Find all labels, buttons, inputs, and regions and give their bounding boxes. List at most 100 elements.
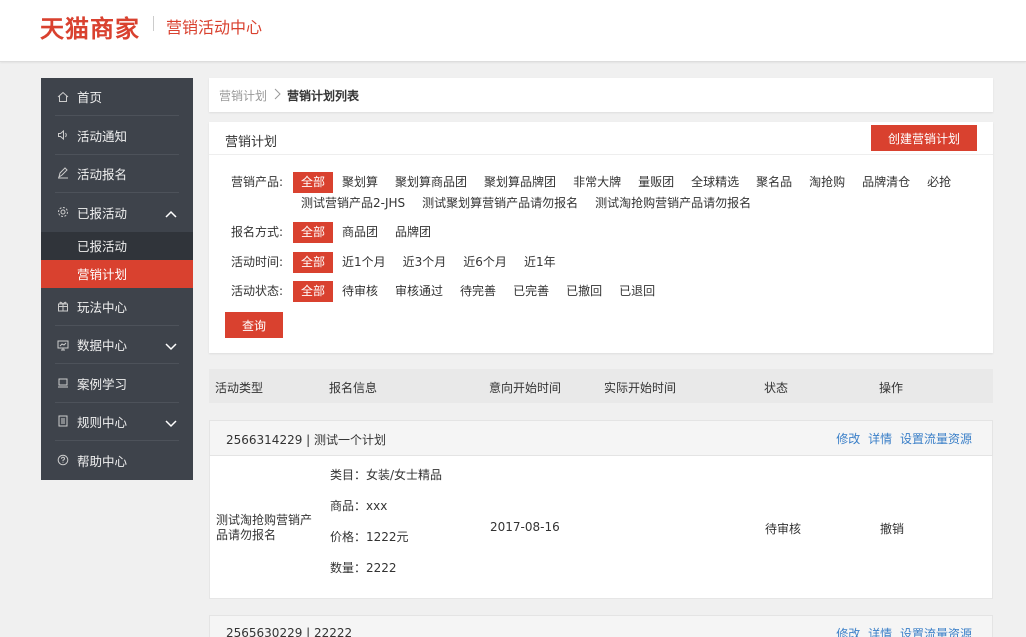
filter-option[interactable]: 品牌团 <box>387 222 439 243</box>
column-header: 操作 <box>879 381 904 395</box>
filter-option[interactable]: 测试淘抢购营销产品请勿报名 <box>587 193 759 214</box>
filter-option[interactable]: 近3个月 <box>395 252 455 273</box>
filter-option[interactable]: 聚划算 <box>334 172 386 193</box>
filter-option[interactable]: 全部 <box>293 281 334 302</box>
filter-option[interactable]: 全部 <box>293 222 334 243</box>
signup-info-price: 价格：1222元 <box>330 530 409 544</box>
filter-option[interactable]: 审核通过 <box>387 281 451 302</box>
column-header: 报名信息 <box>329 381 378 395</box>
filter-option[interactable]: 测试营销产品2-JHS <box>293 193 413 214</box>
sidebar-item-case-study[interactable]: 案例学习 <box>55 364 179 403</box>
filter-option[interactable]: 已完善 <box>505 281 557 302</box>
breadcrumb-current: 营销计划列表 <box>287 88 360 103</box>
filter-option[interactable]: 近1年 <box>516 252 564 273</box>
tmall-merchant-logo[interactable]: 天猫商家 <box>40 9 140 44</box>
sidebar-item-label: 数据中心 <box>77 338 128 354</box>
sidebar-item-notice[interactable]: 活动通知 <box>55 116 179 155</box>
sidebar-subitem-marketing-plan[interactable]: 营销计划 <box>41 259 193 288</box>
plan-group-header: 2565630229 | 22222 修改 详情 设置流量资源 <box>209 615 993 637</box>
filter-option[interactable]: 近6个月 <box>455 252 515 273</box>
sidebar-item-label: 帮助中心 <box>77 453 128 469</box>
filter-option[interactable]: 商品团 <box>334 222 386 243</box>
sidebar-item-data-center[interactable]: 数据中心 <box>55 326 179 365</box>
filter-options: 全部 商品团 品牌团 <box>293 222 976 243</box>
set-traffic-link[interactable]: 设置流量资源 <box>900 432 972 446</box>
chevron-down-icon[interactable] <box>165 339 177 354</box>
sidebar-item-label: 活动通知 <box>77 128 128 144</box>
signup-info-quantity: 数量：2222 <box>330 561 397 575</box>
sidebar-item-label: 案例学习 <box>77 376 128 392</box>
sidebar-item-signup[interactable]: 活动报名 <box>55 155 179 194</box>
header-title: 营销活动中心 <box>166 18 263 37</box>
column-header: 状态 <box>764 381 789 395</box>
filter-option[interactable]: 全球精选 <box>683 172 747 193</box>
filter-option[interactable]: 全部 <box>293 252 334 273</box>
query-button[interactable]: 查询 <box>225 312 283 338</box>
filter-row-method: 报名方式: 全部 商品团 品牌团 <box>231 222 976 243</box>
sidebar-item-label: 玩法中心 <box>77 299 128 315</box>
filter-label: 活动时间: <box>231 255 284 269</box>
revoke-link[interactable]: 撤销 <box>880 520 904 537</box>
filter-option[interactable]: 淘抢购 <box>801 172 853 193</box>
filter-option[interactable]: 量贩团 <box>630 172 682 193</box>
chevron-right-icon <box>273 88 281 103</box>
intended-start-time: 2017-08-16 <box>490 520 560 534</box>
chevron-up-icon[interactable] <box>165 206 177 221</box>
column-header: 实际开始时间 <box>604 381 677 395</box>
details-link[interactable]: 详情 <box>868 627 892 637</box>
create-marketing-plan-button[interactable]: 创建营销计划 <box>871 125 977 151</box>
filter-options: 全部 近1个月 近3个月 近6个月 近1年 <box>293 252 976 273</box>
filter-option[interactable]: 聚划算品牌团 <box>476 172 564 193</box>
filter-options: 全部 待审核 审核通过 待完善 已完善 已撤回 已退回 <box>293 281 976 302</box>
filter-row-time: 活动时间: 全部 近1个月 近3个月 近6个月 近1年 <box>231 252 976 273</box>
filter-row-status: 活动状态: 全部 待审核 审核通过 待完善 已完善 已撤回 已退回 <box>231 281 976 302</box>
speaker-icon <box>57 129 69 141</box>
filter-option[interactable]: 聚名品 <box>748 172 800 193</box>
sidebar-item-home[interactable]: 首页 <box>55 78 179 117</box>
status: 待审核 <box>765 522 802 536</box>
signup-info-product: 商品：xxx <box>330 499 388 513</box>
help-icon <box>57 454 69 466</box>
column-header: 意向开始时间 <box>489 381 562 395</box>
table-header: 活动类型 报名信息 意向开始时间 实际开始时间 状态 操作 <box>209 369 993 403</box>
sidebar-item-play-center[interactable]: 玩法中心 <box>55 288 179 326</box>
details-link[interactable]: 详情 <box>868 432 892 446</box>
home-icon <box>57 91 69 103</box>
sidebar-item-rules[interactable]: 规则中心 <box>55 403 179 442</box>
filter-option[interactable]: 已撤回 <box>558 281 610 302</box>
plan-actions: 修改 详情 设置流量资源 <box>832 625 972 637</box>
filter-option[interactable]: 聚划算商品团 <box>387 172 475 193</box>
signup-info-category: 类目：女装/女士精品 <box>330 468 443 482</box>
sidebar-subitem-reported[interactable]: 已报活动 <box>41 231 193 260</box>
sidebar-item-label: 活动报名 <box>77 166 128 182</box>
sidebar-item-reported[interactable]: 已报活动 <box>55 193 179 231</box>
filter-option[interactable]: 全部 <box>293 172 334 193</box>
filter-option[interactable]: 待完善 <box>452 281 504 302</box>
sidebar-item-label: 规则中心 <box>77 414 128 430</box>
edit-link[interactable]: 修改 <box>836 432 860 446</box>
set-traffic-link[interactable]: 设置流量资源 <box>900 627 972 637</box>
filter-option[interactable]: 非常大牌 <box>565 172 629 193</box>
document-icon <box>57 415 69 427</box>
filter-row-product: 营销产品: 全部 聚划算 聚划算商品团 聚划算品牌团 非常大牌 量贩团 全球精选 聚名品 淘抢购… <box>231 172 976 214</box>
breadcrumb: 营销计划 营销计划列表 <box>209 78 993 112</box>
header-divider <box>153 16 154 31</box>
filter-option[interactable]: 测试聚划算营销产品请勿报名 <box>414 193 586 214</box>
filter-title: 营销计划 <box>225 135 278 150</box>
plan-title: 2565630229 | 22222 <box>226 626 353 637</box>
filter-option[interactable]: 待审核 <box>334 281 386 302</box>
chevron-down-icon[interactable] <box>165 416 177 431</box>
gift-icon <box>57 300 69 312</box>
breadcrumb-parent[interactable]: 营销计划 <box>219 87 267 104</box>
divider <box>209 154 993 155</box>
filter-option[interactable]: 必抢 <box>919 172 959 193</box>
filter-label: 活动状态: <box>231 284 284 298</box>
filter-option[interactable]: 已退回 <box>611 281 663 302</box>
filter-option[interactable]: 品牌清仓 <box>854 172 918 193</box>
activity-type: 测试淘抢购营销产品请勿报名 <box>216 513 313 542</box>
filter-option[interactable]: 近1个月 <box>334 252 394 273</box>
plan-group-header: 2566314229 | 测试一个计划 修改 详情 设置流量资源 <box>209 420 993 456</box>
edit-link[interactable]: 修改 <box>836 627 860 637</box>
sidebar-item-help[interactable]: 帮助中心 <box>55 441 179 479</box>
plan-actions: 修改 详情 设置流量资源 <box>832 430 972 447</box>
